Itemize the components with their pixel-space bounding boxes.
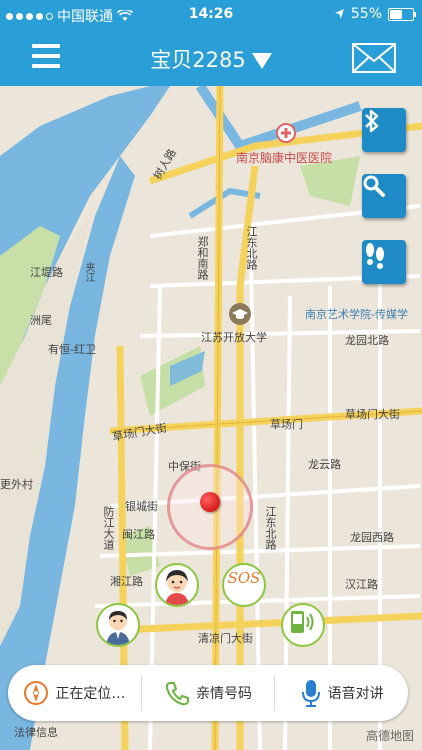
map-label-jiangdongbei-road-bottom: 江东北路 (264, 506, 277, 550)
map-label-caochangmen-right: 草场门大街 (345, 408, 400, 421)
top-navigation-bar: 宝贝2285 (0, 30, 422, 86)
legal-info-link[interactable]: 法律信息 (14, 724, 58, 740)
map-label-zhouwei: 洲尾 (30, 314, 52, 327)
map-label-hanjiang: 汉江路 (345, 578, 378, 591)
child-avatar-button[interactable] (155, 563, 199, 607)
map-label-jiangdi-road: 江堤路 (30, 266, 63, 279)
parent-avatar-button[interactable] (96, 603, 140, 647)
university-icon (229, 303, 251, 325)
compass-icon (24, 681, 49, 705)
map-label-yuheng: 有恒-红卫 (48, 343, 96, 356)
map-label-minjiang: 闽江路 (122, 528, 155, 541)
device-location-marker[interactable] (200, 492, 220, 512)
sos-button[interactable]: SOS (222, 563, 266, 607)
map-label-yingao: 银城街 (125, 500, 158, 513)
voice-chat-label: 语音对讲 (327, 686, 384, 702)
map-label-university: 江苏开放大学 (201, 331, 267, 344)
map-label-caochangmen-mid: 草场门 (270, 418, 303, 431)
map-label-jiangdongbei-road-top: 江东北路 (245, 226, 258, 270)
girl-avatar-icon (165, 570, 189, 605)
search-button[interactable] (362, 174, 406, 218)
footprints-icon (366, 243, 384, 269)
map-label-hospital: 南京脑康中医医院 (236, 151, 333, 165)
map-label-xiangjiang: 湘江路 (110, 575, 143, 588)
family-numbers-label: 亲情号码 (196, 686, 252, 702)
map-label-zhengheng-road: 郑和南路 (196, 236, 209, 280)
map-label-fangjiang: 防江大道 (102, 506, 115, 550)
family-numbers-button[interactable]: 亲情号码 (142, 665, 275, 721)
sos-icon: SOS (228, 569, 261, 587)
map-label-qingliangmen: 清凉门大街 (198, 632, 253, 645)
microphone-icon (301, 680, 320, 707)
map-label-longyuanbei: 龙园北路 (345, 334, 389, 347)
map-view[interactable]: 南京脑康中医医院 江苏开放大学 南京艺术学院-传媒学 江堤路 洲尾 有恒-红卫 … (0, 86, 422, 750)
battery-icon (388, 7, 416, 21)
map-label-longyun: 龙云路 (308, 458, 341, 471)
bluetooth-button[interactable] (362, 108, 406, 152)
phone-signal-icon (291, 611, 314, 633)
bottom-action-bar: 正在定位… 亲情号码 语音对讲 (8, 665, 408, 721)
svg-text:SOS: SOS (228, 569, 261, 587)
battery-percent: 55% (350, 6, 382, 22)
phone-icon (165, 682, 189, 706)
map-label-art-school: 南京艺术学院-传媒学 (305, 308, 408, 321)
hospital-icon (276, 123, 296, 143)
boy-avatar-icon (106, 611, 130, 645)
map-label-longyuanxi: 龙园西路 (350, 531, 394, 544)
search-icon (363, 175, 385, 197)
envelope-icon[interactable] (352, 43, 396, 73)
map-label-gengshi: 更外村 (0, 478, 33, 491)
device-name: 宝贝2285 (150, 48, 246, 72)
map-brand-logo: 高德地图 (365, 729, 414, 743)
bluetooth-icon (365, 109, 379, 133)
map-label-jiajiang: 夹江 (83, 262, 94, 282)
status-bar: 中国联通 14:26 55% (0, 0, 422, 30)
locate-button[interactable]: 正在定位… (8, 665, 141, 721)
footprint-button[interactable] (362, 240, 406, 284)
location-arrow-icon (334, 9, 344, 19)
call-watch-button[interactable] (281, 603, 325, 647)
dropdown-triangle-icon (251, 53, 272, 69)
voice-chat-button[interactable]: 语音对讲 (275, 665, 408, 721)
locating-label: 正在定位… (55, 686, 126, 702)
